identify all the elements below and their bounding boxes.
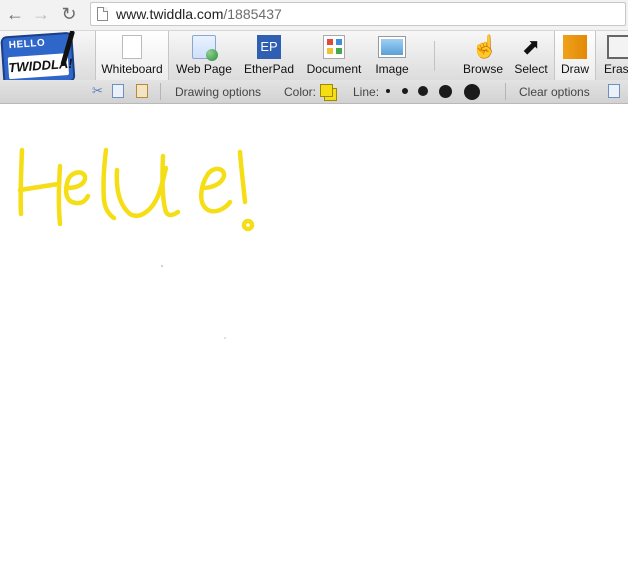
options-divider — [505, 83, 506, 100]
stroke-l1 — [101, 147, 117, 221]
url-text[interactable]: www.twiddla.com/1885437 — [116, 6, 282, 22]
arrow-cursor-icon: ⬈ — [521, 34, 541, 59]
stroke-exclaim — [237, 149, 248, 205]
etherpad-icon: EP — [257, 35, 281, 59]
tool-browse[interactable]: ☝ Browse — [458, 31, 508, 80]
tool-image-label: Image — [375, 62, 409, 76]
stroke-e1 — [63, 170, 91, 206]
tool-whiteboard-label: Whiteboard — [101, 62, 163, 76]
whiteboard-canvas[interactable] — [0, 104, 628, 566]
freehand-drawing — [17, 147, 255, 339]
stroke-exclaim-dot — [241, 218, 255, 232]
stroke-l2 — [160, 153, 181, 218]
stroke-h-mid — [17, 181, 61, 193]
line-size-2[interactable] — [402, 88, 408, 94]
back-arrow-icon[interactable]: ← — [5, 4, 25, 24]
tool-web-page[interactable]: Web Page — [172, 31, 236, 80]
stroke-u — [114, 165, 169, 218]
paste-icon[interactable] — [136, 84, 148, 98]
tool-draw[interactable]: Draw — [554, 31, 596, 80]
document-icon — [323, 35, 345, 59]
cut-icon[interactable]: ✂ — [92, 83, 106, 99]
stroke-h-right — [56, 163, 63, 227]
logo-name-text: TWIDDLA! — [7, 53, 73, 80]
address-bar[interactable]: www.twiddla.com/1885437 — [90, 2, 626, 26]
browser-toolbar: ← → ↻ www.twiddla.com/1885437 — [0, 0, 628, 31]
clear-options-button[interactable]: Clear options — [519, 85, 590, 99]
web-page-icon — [192, 35, 218, 61]
tool-draw-label: Draw — [560, 62, 589, 76]
line-size-4[interactable] — [439, 85, 452, 98]
tool-browse-label: Browse — [462, 62, 503, 76]
stroke-e2 — [199, 166, 233, 214]
tool-document-label: Document — [306, 62, 362, 76]
color-label: Color: — [284, 85, 317, 99]
line-size-5[interactable] — [464, 84, 480, 100]
app-toolbar: HELLO TWIDDLA! Whiteboard Web Page EP Et… — [0, 31, 628, 81]
tool-etherpad-label: EtherPad — [243, 62, 295, 76]
copy-icon[interactable] — [112, 84, 124, 98]
tool-web-page-label: Web Page — [176, 62, 232, 76]
page-icon — [97, 7, 108, 21]
line-size-1[interactable] — [386, 89, 390, 93]
tool-select[interactable]: ⬈ Select — [510, 31, 552, 80]
tool-image[interactable]: Image — [370, 31, 414, 80]
line-label: Line: — [353, 85, 380, 99]
tool-erase-label: Erase — [604, 62, 628, 76]
twiddla-logo[interactable]: HELLO TWIDDLA! — [0, 31, 80, 80]
tool-select-label: Select — [514, 62, 548, 76]
pencil-icon — [563, 35, 587, 59]
url-domain: www.twiddla.com — [116, 6, 224, 22]
options-divider — [160, 83, 161, 100]
url-path: /1885437 — [223, 6, 282, 22]
hand-icon: ☝ — [471, 34, 499, 59]
reload-icon[interactable]: ↻ — [59, 4, 79, 24]
tool-erase[interactable]: Erase — [598, 31, 628, 80]
drawing-options-label: Drawing options — [175, 85, 262, 99]
logo-hello-text: HELLO — [8, 37, 46, 52]
tool-etherpad[interactable]: EP EtherPad — [240, 31, 298, 80]
line-size-3[interactable] — [418, 86, 428, 96]
drawing-options-bar: ✂ Drawing options Color: Line: Clear opt… — [0, 80, 628, 104]
print-icon[interactable] — [608, 84, 620, 98]
forward-arrow-icon[interactable]: → — [31, 4, 51, 24]
whiteboard-icon — [122, 35, 142, 59]
image-icon — [379, 37, 405, 57]
tool-document[interactable]: Document — [302, 31, 366, 80]
tool-whiteboard[interactable]: Whiteboard — [95, 31, 169, 80]
toolbar-divider — [434, 41, 435, 71]
stroke-h-left — [18, 147, 25, 217]
color-swatch[interactable] — [320, 84, 333, 97]
eraser-icon — [607, 35, 628, 59]
